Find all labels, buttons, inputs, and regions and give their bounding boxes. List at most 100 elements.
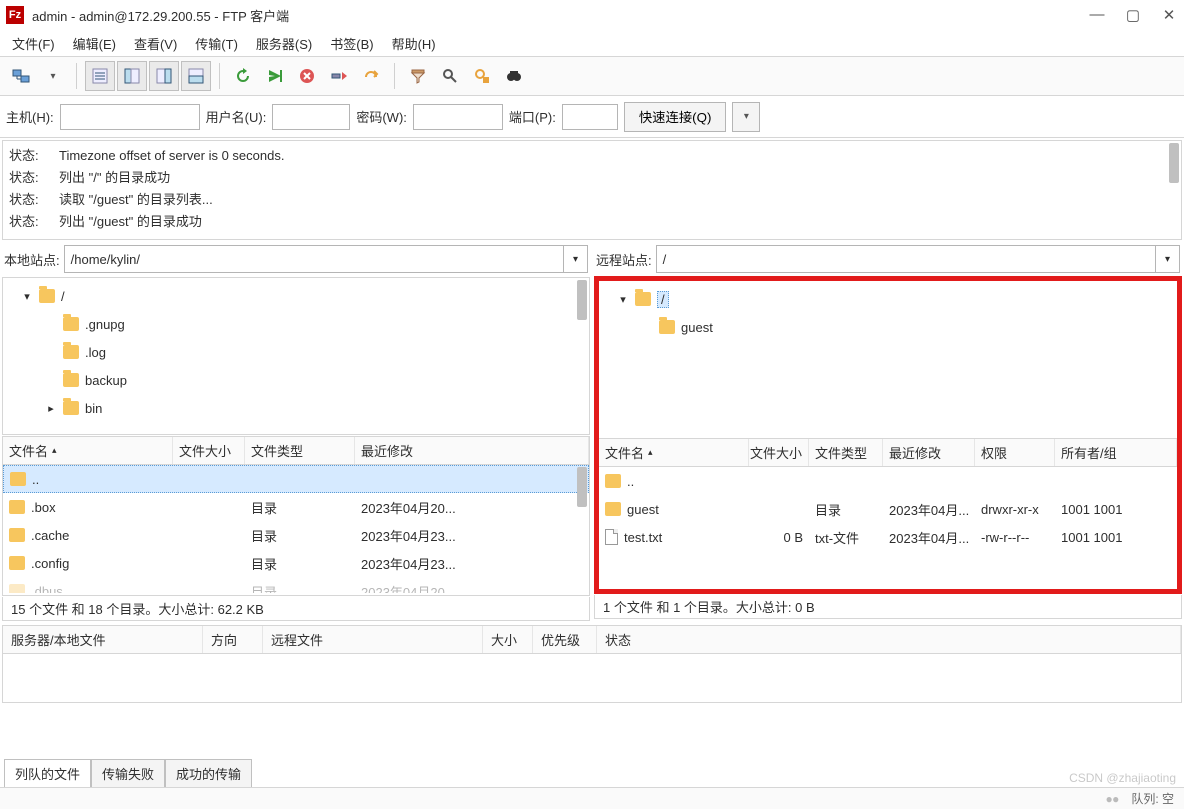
sitemanager-dropdown[interactable]: ▾ bbox=[38, 61, 68, 91]
qcol-remote[interactable]: 远程文件 bbox=[263, 626, 483, 653]
col-size[interactable]: 文件大小 bbox=[173, 437, 245, 464]
menu-help[interactable]: 帮助(H) bbox=[384, 32, 444, 55]
file-row[interactable]: .dbus目录2023年04月20... bbox=[3, 577, 589, 593]
window-title: admin - admin@172.29.200.55 - FTP 客户端 bbox=[32, 6, 1088, 25]
host-input[interactable] bbox=[60, 104, 200, 130]
log-row: 状态:列出 "/guest" 的目录成功 bbox=[9, 211, 1175, 233]
tab-queued[interactable]: 列队的文件 bbox=[4, 759, 91, 788]
file-row[interactable]: .cache目录2023年04月23... bbox=[3, 521, 589, 549]
folder-icon bbox=[635, 292, 651, 306]
binoculars-button[interactable] bbox=[499, 61, 529, 91]
column-header-row: 文件名▴ 文件大小 文件类型 最近修改 权限 所有者/组 bbox=[599, 439, 1177, 467]
file-row[interactable]: .. bbox=[599, 467, 1177, 495]
tree-node[interactable]: ▾/ bbox=[599, 285, 1177, 313]
tree-node[interactable]: guest bbox=[599, 313, 1177, 341]
tree-node[interactable]: .log bbox=[3, 338, 589, 366]
search-button[interactable] bbox=[435, 61, 465, 91]
quickconnect-button[interactable]: 快速连接(Q) bbox=[624, 102, 727, 132]
qcol-direction[interactable]: 方向 bbox=[203, 626, 263, 653]
tree-node[interactable]: ▾/ bbox=[3, 282, 589, 310]
maximize-button[interactable]: ▢ bbox=[1124, 6, 1142, 24]
remote-filelist[interactable]: 文件名▴ 文件大小 文件类型 最近修改 权限 所有者/组 .. guest目录2… bbox=[599, 439, 1177, 589]
col-name[interactable]: 文件名▴ bbox=[599, 439, 749, 466]
col-mtime[interactable]: 最近修改 bbox=[883, 439, 975, 466]
col-type[interactable]: 文件类型 bbox=[245, 437, 355, 464]
compare-button[interactable] bbox=[467, 61, 497, 91]
tree-label: bin bbox=[85, 401, 102, 416]
remote-path-combo[interactable]: / ▾ bbox=[656, 245, 1180, 273]
col-size[interactable]: 文件大小 bbox=[749, 439, 809, 466]
file-row[interactable]: .config目录2023年04月23... bbox=[3, 549, 589, 577]
expander-icon[interactable]: ▾ bbox=[21, 290, 33, 303]
qcol-server[interactable]: 服务器/本地文件 bbox=[3, 626, 203, 653]
filter-button[interactable] bbox=[403, 61, 433, 91]
file-row[interactable]: guest目录2023年04月...drwxr-xr-x1001 1001 bbox=[599, 495, 1177, 523]
folder-icon bbox=[9, 500, 25, 514]
file-icon bbox=[605, 529, 618, 545]
disconnect-button[interactable] bbox=[324, 61, 354, 91]
watermark: CSDN @zhajiaoting bbox=[1069, 771, 1176, 785]
tree-label: guest bbox=[681, 320, 713, 335]
log-label: 状态: bbox=[9, 211, 49, 233]
scrollbar[interactable] bbox=[577, 280, 587, 320]
user-label: 用户名(U): bbox=[206, 107, 267, 126]
file-row[interactable]: test.txt0 Btxt-文件2023年04月...-rw-r--r--10… bbox=[599, 523, 1177, 551]
toggle-queue-button[interactable] bbox=[181, 61, 211, 91]
folder-icon bbox=[63, 401, 79, 415]
remote-status: 1 个文件 和 1 个目录。大小总计: 0 B bbox=[594, 595, 1182, 619]
port-input[interactable] bbox=[562, 104, 618, 130]
dropdown-icon[interactable]: ▾ bbox=[1155, 246, 1179, 272]
tree-node[interactable]: backup bbox=[3, 366, 589, 394]
local-filelist[interactable]: 文件名▴ 文件大小 文件类型 最近修改 .. .box目录2023年04月20.… bbox=[2, 436, 590, 596]
col-mtime[interactable]: 最近修改 bbox=[355, 437, 589, 464]
local-path-value: /home/kylin/ bbox=[65, 252, 563, 267]
local-site-label: 本地站点: bbox=[4, 250, 60, 269]
scrollbar[interactable] bbox=[577, 467, 587, 507]
menu-file[interactable]: 文件(F) bbox=[4, 32, 63, 55]
local-path-combo[interactable]: /home/kylin/ ▾ bbox=[64, 245, 588, 273]
scrollbar[interactable] bbox=[1169, 143, 1179, 183]
col-type[interactable]: 文件类型 bbox=[809, 439, 883, 466]
remote-path-row: 远程站点: / ▾ bbox=[594, 242, 1182, 276]
expander-icon[interactable]: ▾ bbox=[617, 293, 629, 306]
menu-transfer[interactable]: 传输(T) bbox=[187, 32, 246, 55]
qcol-status[interactable]: 状态 bbox=[597, 626, 1181, 653]
toggle-log-button[interactable] bbox=[85, 61, 115, 91]
toggle-remotetree-button[interactable] bbox=[149, 61, 179, 91]
dropdown-icon[interactable]: ▾ bbox=[563, 246, 587, 272]
close-button[interactable]: ✕ bbox=[1160, 6, 1178, 24]
menu-bookmarks[interactable]: 书签(B) bbox=[322, 32, 381, 55]
folder-icon bbox=[9, 556, 25, 570]
reconnect-button[interactable] bbox=[356, 61, 386, 91]
qcol-priority[interactable]: 优先级 bbox=[533, 626, 597, 653]
toggle-localtree-button[interactable] bbox=[117, 61, 147, 91]
tree-node[interactable]: .gnupg bbox=[3, 310, 589, 338]
col-perm[interactable]: 权限 bbox=[975, 439, 1055, 466]
tab-success[interactable]: 成功的传输 bbox=[165, 759, 252, 788]
minimize-button[interactable]: — bbox=[1088, 6, 1106, 24]
process-queue-button[interactable] bbox=[260, 61, 290, 91]
expander-icon[interactable]: ▸ bbox=[45, 402, 57, 415]
pass-input[interactable] bbox=[413, 104, 503, 130]
menu-view[interactable]: 查看(V) bbox=[126, 32, 185, 55]
file-row[interactable]: .box目录2023年04月20... bbox=[3, 493, 589, 521]
quickconnect-dropdown[interactable]: ▾ bbox=[732, 102, 760, 132]
refresh-button[interactable] bbox=[228, 61, 258, 91]
menu-server[interactable]: 服务器(S) bbox=[248, 32, 320, 55]
folder-icon bbox=[63, 317, 79, 331]
cancel-button[interactable] bbox=[292, 61, 322, 91]
qcol-size[interactable]: 大小 bbox=[483, 626, 533, 653]
col-owner[interactable]: 所有者/组 bbox=[1055, 439, 1177, 466]
file-row[interactable]: .. bbox=[3, 465, 589, 493]
menu-edit[interactable]: 编辑(E) bbox=[65, 32, 124, 55]
sitemanager-button[interactable] bbox=[6, 61, 36, 91]
col-name[interactable]: 文件名▴ bbox=[3, 437, 173, 464]
local-tree[interactable]: ▾/ .gnupg .log backup ▸ bin bbox=[2, 277, 590, 435]
user-input[interactable] bbox=[272, 104, 350, 130]
file-name: test.txt bbox=[624, 530, 662, 545]
tree-node[interactable]: ▸ bin bbox=[3, 394, 589, 422]
folder-icon bbox=[605, 502, 621, 516]
port-label: 端口(P): bbox=[509, 107, 556, 126]
tab-failed[interactable]: 传输失败 bbox=[91, 759, 165, 788]
remote-tree[interactable]: ▾/ guest bbox=[599, 281, 1177, 439]
